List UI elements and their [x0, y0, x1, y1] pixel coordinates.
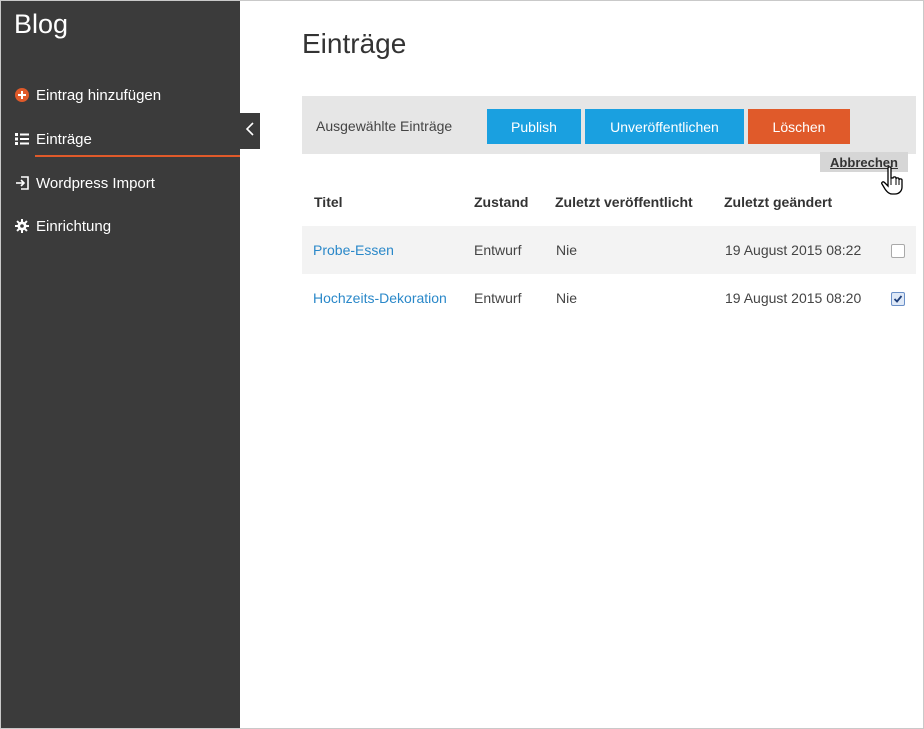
- sidebar-item-wordpress-import[interactable]: Wordpress Import: [14, 172, 155, 194]
- hand-cursor-icon: [880, 166, 904, 201]
- entry-published: Nie: [556, 290, 578, 306]
- sidebar-collapse-toggle[interactable]: [239, 113, 260, 149]
- checkmark-icon: [893, 295, 903, 303]
- sidebar-item-label: Einträge: [36, 130, 92, 148]
- table-row: Probe-Essen Entwurf Nie 19 August 2015 0…: [302, 226, 916, 274]
- column-header-published: Zuletzt veröffentlicht: [555, 194, 693, 210]
- column-header-status: Zustand: [474, 194, 529, 210]
- plus-circle-icon: [14, 87, 30, 103]
- entry-status: Entwurf: [474, 242, 522, 258]
- column-header-modified: Zuletzt geändert: [724, 194, 833, 210]
- sidebar-item-setup[interactable]: Einrichtung: [14, 215, 111, 237]
- sidebar-item-label: Einrichtung: [36, 217, 112, 235]
- entry-published: Nie: [556, 242, 578, 258]
- entry-title-link[interactable]: Hochzeits-Dekoration: [313, 290, 447, 306]
- entry-modified: 19 August 2015 08:20: [725, 290, 862, 306]
- page-title: Einträge: [302, 28, 407, 59]
- table-row: Hochzeits-Dekoration Entwurf Nie 19 Augu…: [302, 274, 916, 322]
- import-icon: [14, 175, 30, 191]
- entry-title-link[interactable]: Probe-Essen: [313, 242, 394, 258]
- publish-button[interactable]: Publish: [487, 109, 581, 144]
- row-select-checkbox[interactable]: [891, 244, 905, 258]
- sidebar: Blog Eintrag hinzufügen Einträge Wordpre…: [1, 1, 240, 728]
- sidebar-item-label: Wordpress Import: [36, 174, 155, 192]
- sidebar-item-entries[interactable]: Einträge: [14, 128, 92, 150]
- unpublish-button[interactable]: Unveröffentlichen: [585, 109, 744, 144]
- row-select-checkbox[interactable]: [891, 292, 905, 306]
- selected-entries-label: Ausgewählte Einträge: [316, 118, 453, 134]
- entry-modified: 19 August 2015 08:22: [725, 242, 862, 258]
- sidebar-item-label: Eintrag hinzufügen: [36, 86, 162, 104]
- sidebar-item-add-entry[interactable]: Eintrag hinzufügen: [14, 84, 161, 106]
- chevron-left-icon: [245, 121, 255, 142]
- gear-icon: [14, 218, 30, 234]
- list-icon: [14, 131, 30, 147]
- column-header-title: Titel: [314, 194, 343, 210]
- active-indicator: [35, 155, 240, 157]
- brand-title: Blog: [14, 9, 69, 39]
- delete-button[interactable]: Löschen: [748, 109, 850, 144]
- entry-status: Entwurf: [474, 290, 522, 306]
- bulk-action-toolbar: Ausgewählte Einträge Publish Unveröffent…: [302, 96, 916, 154]
